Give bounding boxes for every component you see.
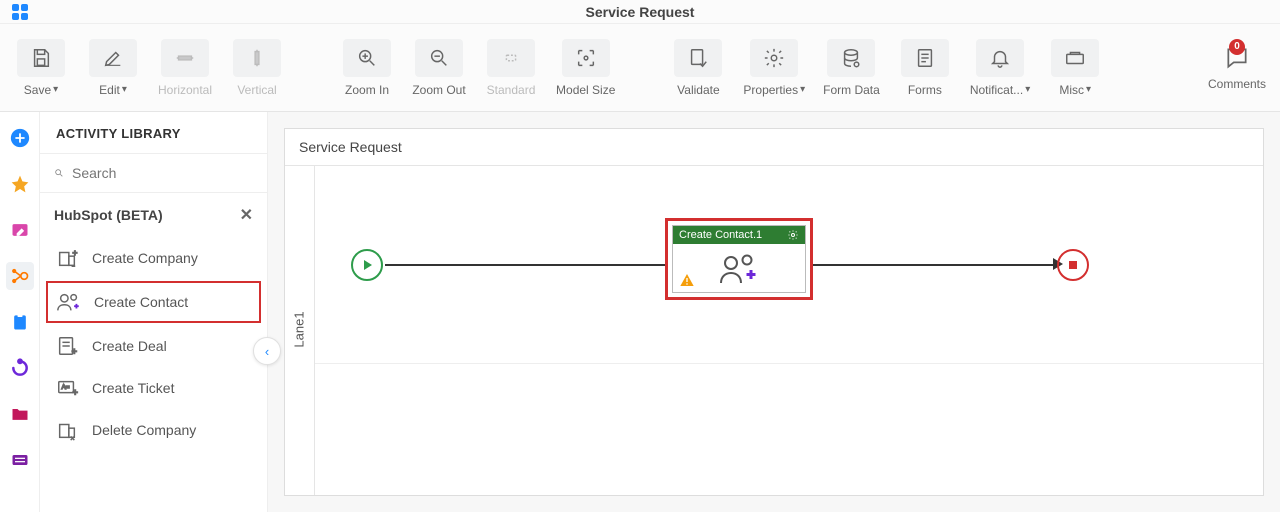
activity-library-panel: ACTIVITY LIBRARY HubSpot (BETA) ✕ + Crea… xyxy=(40,112,268,512)
align-horizontal-icon xyxy=(161,39,209,77)
edit-button[interactable]: Edit▾ xyxy=(86,39,140,97)
flow-edge xyxy=(813,264,1053,266)
hubspot-icon xyxy=(10,266,30,286)
activity-create-company[interactable]: + Create Company xyxy=(40,237,267,279)
start-node[interactable] xyxy=(351,249,383,281)
align-vertical-button[interactable]: Vertical xyxy=(230,39,284,97)
forms-button[interactable]: Forms xyxy=(898,39,952,97)
close-group-button[interactable]: ✕ xyxy=(240,205,253,225)
process-canvas[interactable]: Service Request Lane1 Create Contact.1 xyxy=(284,128,1264,496)
misc-icon xyxy=(1051,39,1099,77)
database-icon xyxy=(827,39,875,77)
validate-button[interactable]: Validate xyxy=(671,39,725,97)
align-horizontal-button[interactable]: Horizontal xyxy=(158,39,212,97)
clipboard-icon xyxy=(10,312,30,332)
model-size-button[interactable]: Model Size xyxy=(556,39,615,97)
rail-list[interactable] xyxy=(6,446,34,474)
zoom-out-button[interactable]: Zoom Out xyxy=(412,39,466,97)
comments-count-badge: 0 xyxy=(1229,39,1245,55)
collapse-sidebar-button[interactable]: ‹ xyxy=(253,337,281,365)
star-icon xyxy=(10,174,30,194)
activity-create-ticket[interactable]: A=+ Create Ticket xyxy=(40,367,267,409)
left-rail xyxy=(0,112,40,512)
apps-icon xyxy=(12,4,28,20)
activity-delete-company[interactable]: Delete Company xyxy=(40,409,267,451)
rail-folder[interactable] xyxy=(6,400,34,428)
misc-button[interactable]: Misc▾ xyxy=(1048,39,1102,97)
chevron-down-icon: ▾ xyxy=(1025,84,1030,95)
folder-icon xyxy=(10,404,30,424)
zoom-standard-button[interactable]: Standard xyxy=(484,39,538,97)
model-size-icon xyxy=(562,39,610,77)
loop-icon xyxy=(10,358,30,378)
bell-icon xyxy=(976,39,1024,77)
ticket-icon: A=+ xyxy=(54,377,80,399)
svg-text:+: + xyxy=(72,346,77,356)
search-icon xyxy=(54,164,64,182)
properties-button[interactable]: Properties▾ xyxy=(743,39,805,97)
group-title: HubSpot (BETA) xyxy=(54,207,163,223)
search-input[interactable] xyxy=(72,165,253,181)
sidebar-title: ACTIVITY LIBRARY xyxy=(40,112,267,153)
edit-icon xyxy=(89,39,137,77)
validate-icon xyxy=(674,39,722,77)
activity-label: Create Company xyxy=(92,250,198,266)
rail-integration[interactable] xyxy=(6,262,34,290)
flow-edge xyxy=(385,264,665,266)
activity-create-deal[interactable]: + Create Deal xyxy=(40,325,267,367)
apps-menu[interactable] xyxy=(0,4,40,20)
rail-edit[interactable] xyxy=(6,216,34,244)
rail-add[interactable] xyxy=(6,124,34,152)
activity-label: Create Ticket xyxy=(92,380,174,396)
activity-create-contact[interactable]: Create Contact xyxy=(46,281,261,323)
save-icon xyxy=(17,39,65,77)
activity-label: Create Deal xyxy=(92,338,167,354)
rail-clipboard[interactable] xyxy=(6,308,34,336)
contacts-icon xyxy=(717,251,761,285)
zoom-standard-icon xyxy=(487,39,535,77)
gear-icon[interactable] xyxy=(787,229,799,241)
list-icon xyxy=(10,450,30,470)
notifications-button[interactable]: Notificat...▾ xyxy=(970,39,1030,97)
chevron-down-icon: ▾ xyxy=(122,84,127,95)
delete-company-icon xyxy=(54,419,80,441)
activity-label: Create Contact xyxy=(94,294,188,310)
align-vertical-icon xyxy=(233,39,281,77)
form-data-button[interactable]: Form Data xyxy=(823,39,880,97)
chevron-down-icon: ▾ xyxy=(53,84,58,95)
lane-label: Lane1 xyxy=(292,311,307,347)
company-icon: + xyxy=(54,247,80,269)
rail-favorites[interactable] xyxy=(6,170,34,198)
chevron-down-icon: ▾ xyxy=(1086,84,1091,95)
zoom-in-icon xyxy=(343,39,391,77)
svg-text:+: + xyxy=(73,248,78,257)
gear-icon xyxy=(750,39,798,77)
form-icon xyxy=(901,39,949,77)
comments-button[interactable]: 0 Comments xyxy=(1208,45,1266,91)
end-node[interactable] xyxy=(1057,249,1089,281)
page-title: Service Request xyxy=(40,4,1240,20)
svg-text:A=: A= xyxy=(62,384,70,391)
toolbar: Save▾ Edit▾ Horizontal Vertical Zoom In … xyxy=(0,24,1280,112)
rail-loop[interactable] xyxy=(6,354,34,382)
edit-note-icon xyxy=(10,220,30,240)
warning-icon xyxy=(679,272,695,288)
deal-icon: + xyxy=(54,335,80,357)
zoom-out-icon xyxy=(415,39,463,77)
chevron-down-icon: ▾ xyxy=(800,84,805,95)
activity-label: Delete Company xyxy=(92,422,196,438)
zoom-in-button[interactable]: Zoom In xyxy=(340,39,394,97)
save-button[interactable]: Save▾ xyxy=(14,39,68,97)
activity-node-create-contact[interactable]: Create Contact.1 xyxy=(665,218,813,300)
chevron-left-icon: ‹ xyxy=(265,344,269,359)
activity-node-title: Create Contact.1 xyxy=(679,229,762,241)
contact-icon xyxy=(56,291,82,313)
svg-text:+: + xyxy=(73,387,78,397)
canvas-title: Service Request xyxy=(285,129,1263,166)
